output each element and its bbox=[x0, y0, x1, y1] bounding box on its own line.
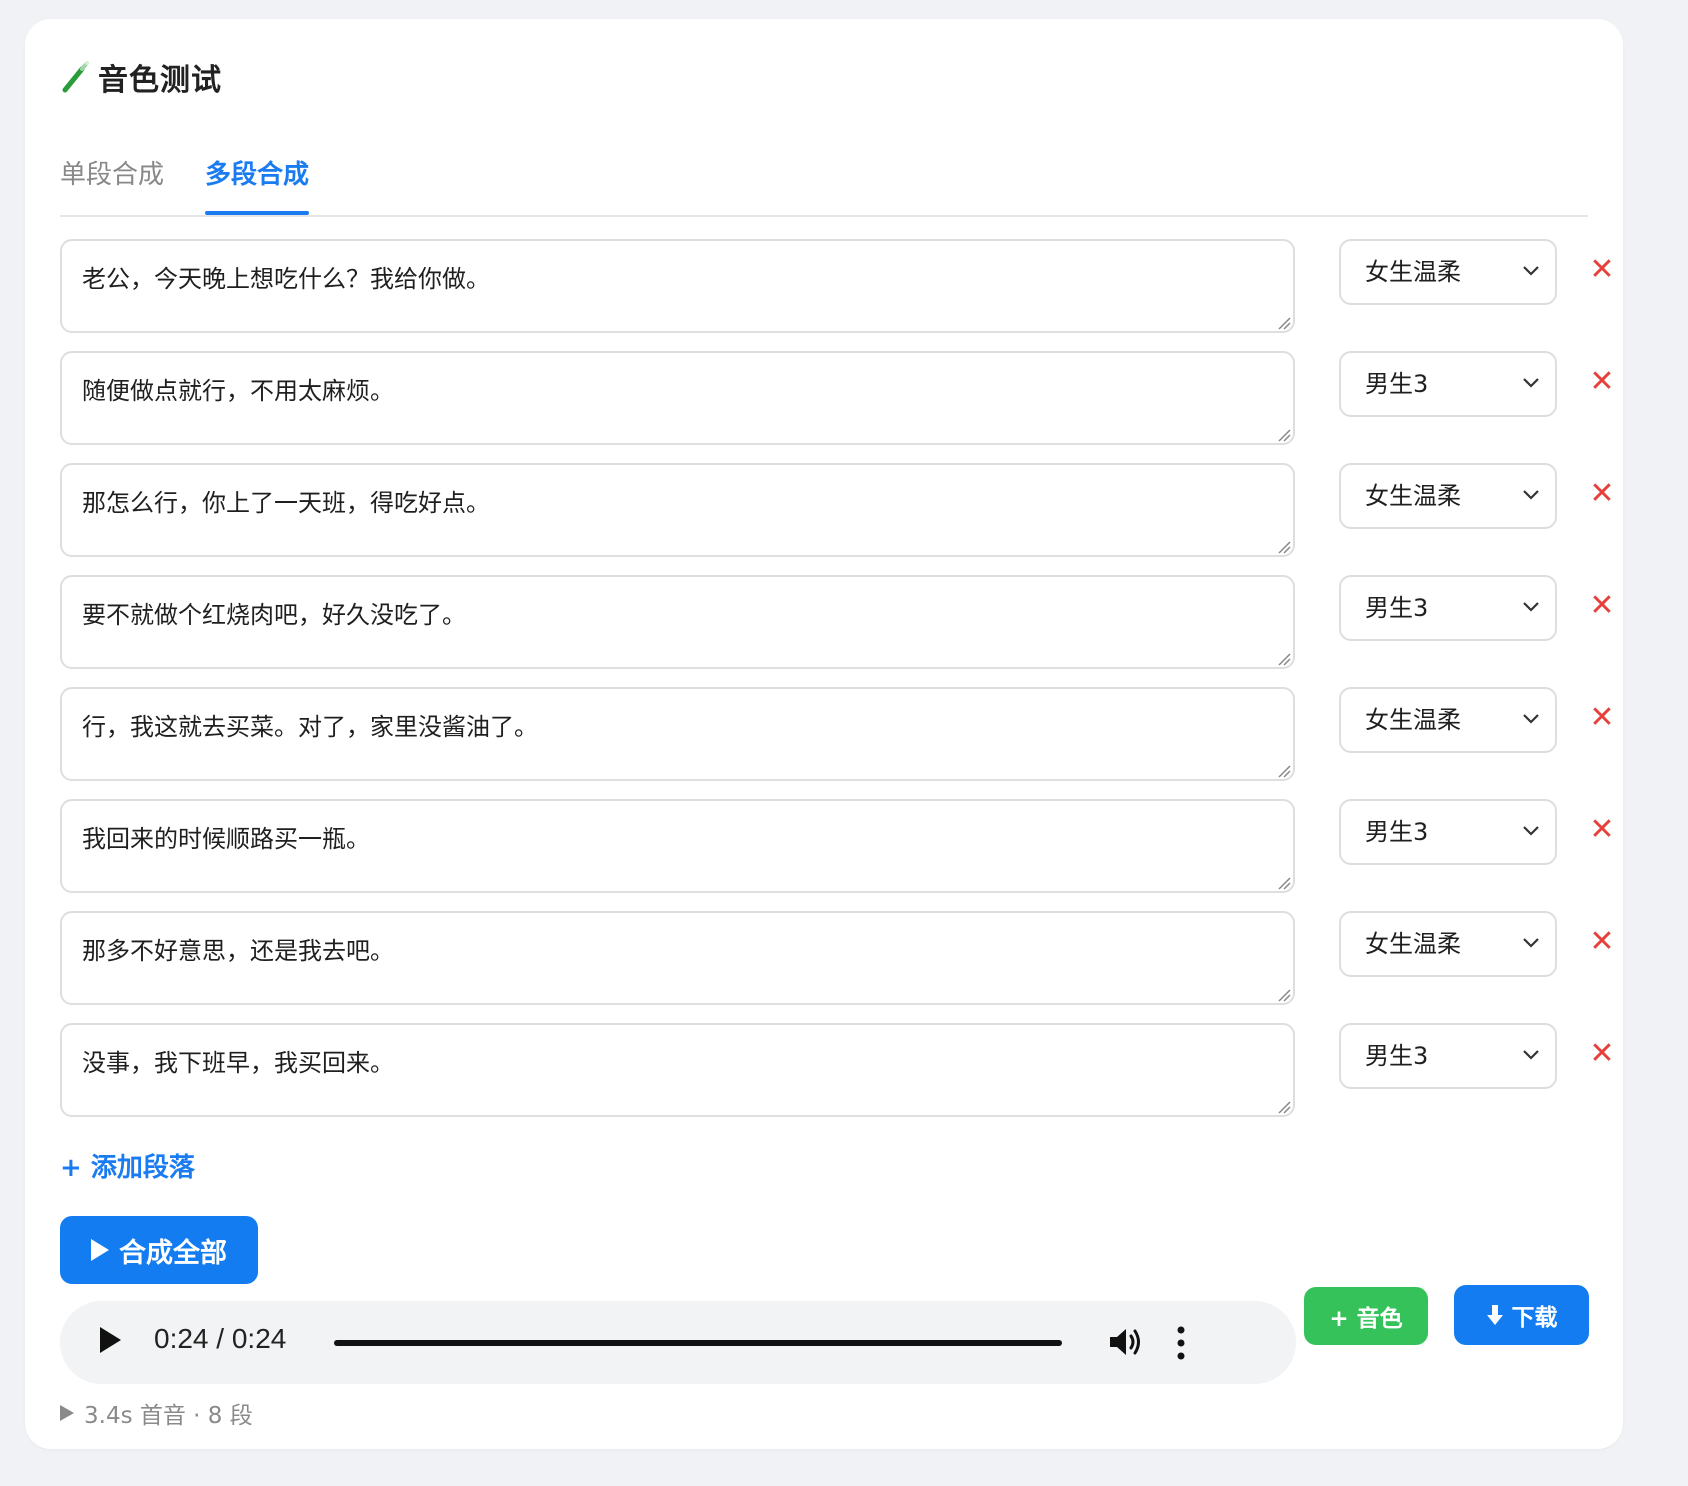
voice-select[interactable]: 男生3 bbox=[1339, 575, 1557, 641]
current-time: 0:24 bbox=[154, 1323, 209, 1354]
play-small-icon bbox=[60, 1405, 74, 1421]
tab-bar: 单段合成 多段合成 bbox=[60, 149, 1588, 217]
more-options-icon[interactable] bbox=[1175, 1325, 1187, 1361]
resize-grip-icon[interactable] bbox=[1277, 428, 1291, 442]
download-arrow-icon bbox=[1486, 1305, 1503, 1325]
voice-select[interactable]: 女生温柔 bbox=[1339, 463, 1557, 529]
audio-player: 0:24 / 0:24 bbox=[60, 1301, 1296, 1384]
delete-segment-button[interactable]: ✕ bbox=[1580, 247, 1624, 291]
segment-text-input[interactable]: 要不就做个红烧肉吧，好久没吃了。 bbox=[60, 575, 1295, 669]
delete-segment-button[interactable]: ✕ bbox=[1580, 1031, 1624, 1075]
segment-row: 我回来的时候顺路买一瓶。 男生3 ✕ bbox=[60, 799, 1620, 895]
segment-text-input[interactable]: 老公，今天晚上想吃什么？我给你做。 bbox=[60, 239, 1295, 333]
chevron-down-icon bbox=[1523, 378, 1539, 388]
resize-grip-icon[interactable] bbox=[1277, 316, 1291, 330]
chevron-down-icon bbox=[1523, 602, 1539, 612]
add-segment-button[interactable]: + 添加段落 bbox=[60, 1147, 195, 1184]
status-text: 3.4s 首音 · 8 段 bbox=[84, 1403, 253, 1429]
delete-segment-button[interactable]: ✕ bbox=[1580, 583, 1624, 627]
resize-grip-icon[interactable] bbox=[1277, 652, 1291, 666]
page-title: 音色测试 bbox=[98, 63, 222, 98]
segment-row: 那怎么行，你上了一天班，得吃好点。 女生温柔 ✕ bbox=[60, 463, 1620, 559]
volume-icon[interactable] bbox=[1108, 1325, 1144, 1359]
download-label: 下载 bbox=[1511, 1305, 1558, 1331]
tab-single-synthesis[interactable]: 单段合成 bbox=[60, 149, 164, 213]
resize-grip-icon[interactable] bbox=[1277, 1100, 1291, 1114]
delete-segment-button[interactable]: ✕ bbox=[1580, 359, 1624, 403]
delete-segment-button[interactable]: ✕ bbox=[1580, 807, 1624, 851]
title-row: 音色测试 bbox=[60, 55, 222, 99]
voice-select[interactable]: 男生3 bbox=[1339, 1023, 1557, 1089]
download-button[interactable]: 下载 bbox=[1454, 1285, 1589, 1345]
voice-select-value: 男生3 bbox=[1365, 594, 1429, 622]
synthesize-all-label: 合成全部 bbox=[119, 1237, 227, 1269]
segment-row: 那多不好意思，还是我去吧。 女生温柔 ✕ bbox=[60, 911, 1620, 1007]
voice-select-value: 男生3 bbox=[1365, 1042, 1429, 1070]
segment-text-input[interactable]: 我回来的时候顺路买一瓶。 bbox=[60, 799, 1295, 893]
chevron-down-icon bbox=[1523, 714, 1539, 724]
voice-select-value: 女生温柔 bbox=[1365, 930, 1461, 958]
tab-multi-synthesis[interactable]: 多段合成 bbox=[205, 149, 310, 215]
segment-text-input[interactable]: 那怎么行，你上了一天班，得吃好点。 bbox=[60, 463, 1295, 557]
play-icon[interactable] bbox=[100, 1327, 121, 1353]
play-icon bbox=[91, 1239, 109, 1261]
segment-text-input[interactable]: 那多不好意思，还是我去吧。 bbox=[60, 911, 1295, 1005]
resize-grip-icon[interactable] bbox=[1277, 988, 1291, 1002]
resize-grip-icon[interactable] bbox=[1277, 876, 1291, 890]
segment-row: 没事，我下班早，我买回来。 男生3 ✕ bbox=[60, 1023, 1620, 1119]
chevron-down-icon bbox=[1523, 490, 1539, 500]
resize-grip-icon[interactable] bbox=[1277, 540, 1291, 554]
segment-row: 行，我这就去买菜。对了，家里没酱油了。 女生温柔 ✕ bbox=[60, 687, 1620, 783]
segment-row: 要不就做个红烧肉吧，好久没吃了。 男生3 ✕ bbox=[60, 575, 1620, 671]
delete-segment-button[interactable]: ✕ bbox=[1580, 695, 1624, 739]
seek-bar[interactable] bbox=[334, 1340, 1062, 1346]
duration: 0:24 bbox=[231, 1323, 287, 1354]
chevron-down-icon bbox=[1523, 826, 1539, 836]
voice-select-value: 男生3 bbox=[1365, 818, 1429, 846]
chevron-down-icon bbox=[1523, 938, 1539, 948]
voice-test-card: 音色测试 单段合成 多段合成 老公，今天晚上想吃什么？我给你做。 女生温柔 ✕ … bbox=[25, 19, 1623, 1449]
voice-select-value: 女生温柔 bbox=[1365, 706, 1461, 734]
segment-text-input[interactable]: 随便做点就行，不用太麻烦。 bbox=[60, 351, 1295, 445]
voice-select-value: 女生温柔 bbox=[1365, 258, 1461, 286]
segment-row: 随便做点就行，不用太麻烦。 男生3 ✕ bbox=[60, 351, 1620, 447]
segment-row: 老公，今天晚上想吃什么？我给你做。 女生温柔 ✕ bbox=[60, 239, 1620, 335]
synthesize-all-button[interactable]: 合成全部 bbox=[60, 1216, 258, 1284]
segment-text-input[interactable]: 行，我这就去买菜。对了，家里没酱油了。 bbox=[60, 687, 1295, 781]
voice-select-value: 女生温柔 bbox=[1365, 482, 1461, 510]
resize-grip-icon[interactable] bbox=[1277, 764, 1291, 778]
time-separator: / bbox=[216, 1323, 225, 1354]
voice-select-value: 男生3 bbox=[1365, 370, 1429, 398]
chevron-down-icon bbox=[1523, 1050, 1539, 1060]
chevron-down-icon bbox=[1523, 266, 1539, 276]
test-tube-icon bbox=[62, 61, 89, 93]
voice-select[interactable]: 女生温柔 bbox=[1339, 911, 1557, 977]
voice-select[interactable]: 女生温柔 bbox=[1339, 687, 1557, 753]
synthesis-status: 3.4s 首音 · 8 段 bbox=[60, 1396, 253, 1430]
segment-text-input[interactable]: 没事，我下班早，我买回来。 bbox=[60, 1023, 1295, 1117]
delete-segment-button[interactable]: ✕ bbox=[1580, 471, 1624, 515]
voice-select[interactable]: 男生3 bbox=[1339, 799, 1557, 865]
add-voice-button[interactable]: + 音色 bbox=[1304, 1287, 1428, 1345]
voice-select[interactable]: 男生3 bbox=[1339, 351, 1557, 417]
time-display: 0:24 / 0:24 bbox=[154, 1323, 286, 1355]
delete-segment-button[interactable]: ✕ bbox=[1580, 919, 1624, 963]
voice-select[interactable]: 女生温柔 bbox=[1339, 239, 1557, 305]
seek-bar-fill bbox=[334, 1340, 1062, 1346]
